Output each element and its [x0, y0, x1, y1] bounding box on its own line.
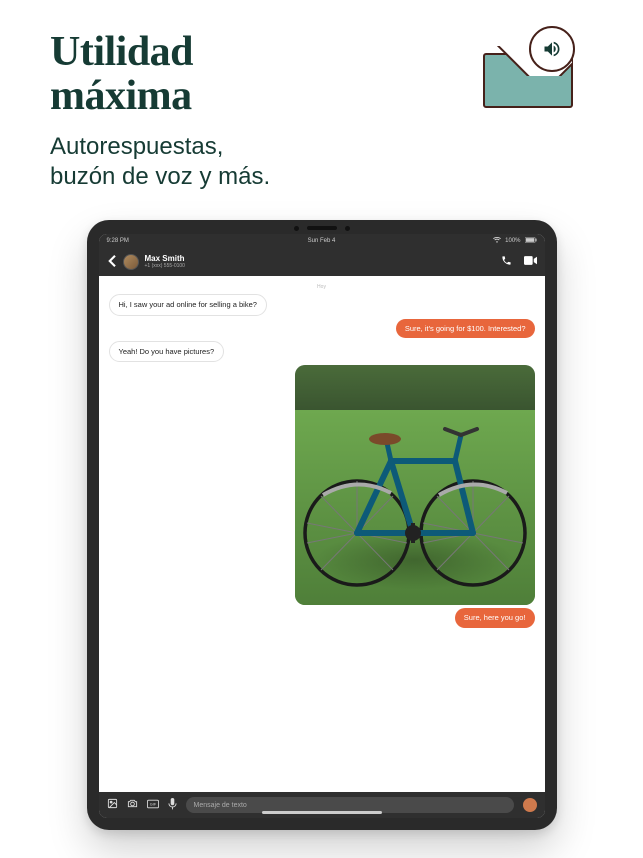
outgoing-image-message[interactable]: [295, 365, 535, 605]
tablet-device-frame: 9:28 PM Sun Feb 4 100%: [87, 220, 557, 830]
hero-title-line2: máxima: [50, 73, 192, 119]
contact-phone: +1 (xxx) 555-0100: [145, 264, 495, 269]
hero-sub-line1: Autorespuestas,: [50, 133, 223, 160]
home-indicator: [262, 811, 382, 814]
chat-header: Max Smith +1 (xxx) 555-0100: [99, 248, 545, 276]
photo-picker-button[interactable]: [107, 798, 118, 812]
hero-subtitle: Autorespuestas, buzón de voz y más.: [50, 132, 593, 192]
status-bar: 9:28 PM Sun Feb 4 100%: [99, 234, 545, 248]
back-button[interactable]: [107, 255, 117, 270]
incoming-message[interactable]: Hi, I saw your ad online for selling a b…: [109, 294, 267, 315]
gif-button[interactable]: GIF: [147, 799, 159, 812]
outgoing-message[interactable]: Sure, here you go!: [455, 608, 535, 627]
status-date: Sun Feb 4: [308, 238, 336, 244]
incoming-message[interactable]: Yeah! Do you have pictures?: [109, 341, 225, 362]
chat-input-bar: GIF Mensaje de texto: [99, 792, 545, 818]
chat-body[interactable]: Hoy Hi, I saw your ad online for selling…: [99, 276, 545, 792]
status-time: 9:28 PM: [107, 238, 129, 244]
speaker-icon: [529, 26, 575, 72]
battery-icon: [525, 237, 537, 245]
svg-text:GIF: GIF: [149, 802, 156, 806]
call-button[interactable]: [501, 255, 512, 269]
hero-section: Utilidad máxima Autorespuestas, buzón de…: [0, 0, 643, 202]
status-battery: 100%: [505, 238, 520, 244]
microphone-button[interactable]: [168, 798, 177, 813]
message-placeholder: Mensaje de texto: [194, 802, 247, 809]
wifi-icon: [493, 237, 501, 245]
hero-title-line1: Utilidad: [50, 29, 193, 75]
tablet-screen: 9:28 PM Sun Feb 4 100%: [99, 234, 545, 818]
chat-day-label: Hoy: [109, 284, 535, 290]
outgoing-message[interactable]: Sure, it's going for $100. Interested?: [396, 319, 535, 338]
camera-button[interactable]: [127, 798, 138, 812]
bicycle-image: [295, 365, 535, 605]
contact-avatar[interactable]: [123, 254, 139, 270]
contact-info[interactable]: Max Smith +1 (xxx) 555-0100: [145, 255, 495, 269]
hero-sub-line2: buzón de voz y más.: [50, 163, 270, 190]
send-button[interactable]: [523, 798, 537, 812]
envelope-speaker-illustration: [473, 28, 583, 108]
video-call-button[interactable]: [524, 255, 537, 269]
contact-name: Max Smith: [145, 255, 495, 263]
